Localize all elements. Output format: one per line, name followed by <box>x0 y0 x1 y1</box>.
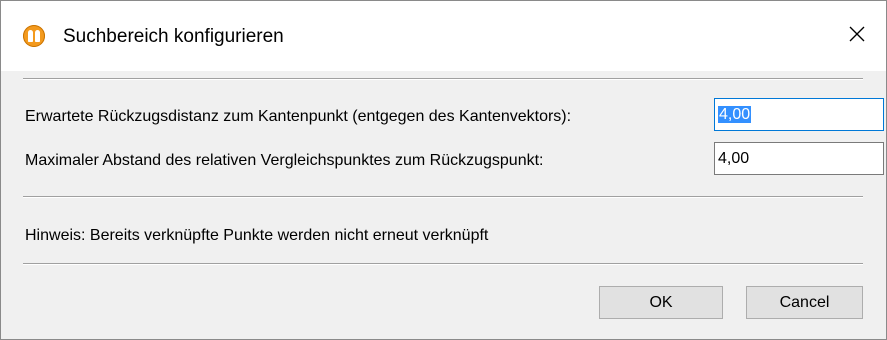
top-separator <box>23 78 863 80</box>
max-distance-value: 4,00 <box>718 150 750 167</box>
retreat-distance-label: Erwartete Rückzugsdistanz zum Kantenpunk… <box>25 108 572 125</box>
retreat-distance-value: 4,00 <box>718 106 752 123</box>
title-bar[interactable]: Suchbereich konfigurieren <box>1 1 886 71</box>
middle-separator <box>23 196 863 198</box>
hint-text: Hinweis: Bereits verknüpfte Punkte werde… <box>25 227 489 244</box>
close-icon <box>849 26 865 42</box>
max-distance-field[interactable]: 4,00 <box>714 142 884 175</box>
ok-button[interactable]: OK <box>599 286 723 319</box>
max-distance-label: Maximaler Abstand des relativen Vergleic… <box>25 152 544 169</box>
retreat-distance-field[interactable]: 4,00 <box>714 98 884 131</box>
app-logo-icon <box>23 25 45 47</box>
bottom-separator <box>23 263 863 265</box>
cancel-button[interactable]: Cancel <box>746 286 863 319</box>
close-button[interactable] <box>826 11 886 61</box>
dialog-window: Suchbereich konfigurieren Erwartete Rück… <box>0 0 887 340</box>
dialog-content: Erwartete Rückzugsdistanz zum Kantenpunk… <box>1 71 886 339</box>
window-title: Suchbereich konfigurieren <box>63 26 284 47</box>
